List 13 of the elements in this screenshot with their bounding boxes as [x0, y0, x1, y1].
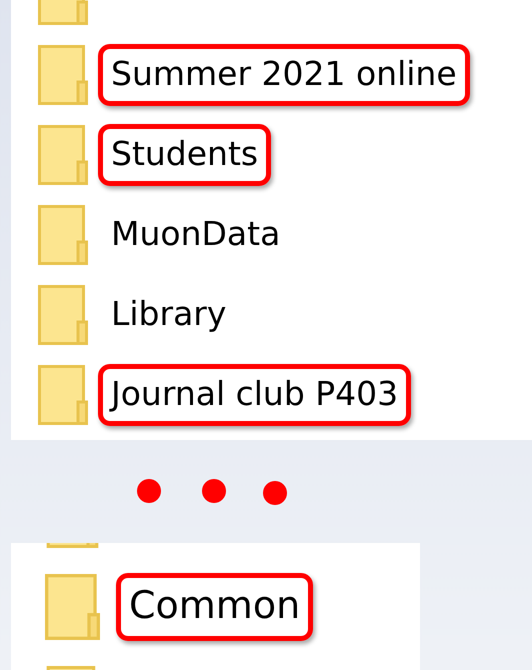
folder-icon [38, 125, 88, 185]
folder-icon [38, 365, 88, 425]
folder-name[interactable]: Journal club P403 [98, 364, 412, 426]
folder-name[interactable]: MuonData [98, 204, 294, 266]
folder-icon [38, 285, 88, 345]
folder-icon [38, 45, 88, 105]
folder-name[interactable]: Students [98, 124, 272, 186]
ellipsis-icon [136, 478, 288, 506]
folder-icon [38, 205, 88, 265]
folder-icon [45, 572, 100, 642]
folder-name[interactable]: Summer 2021 online [98, 44, 470, 106]
folder-name[interactable]: Library [98, 284, 240, 346]
folder-name[interactable]: Common [116, 573, 314, 641]
